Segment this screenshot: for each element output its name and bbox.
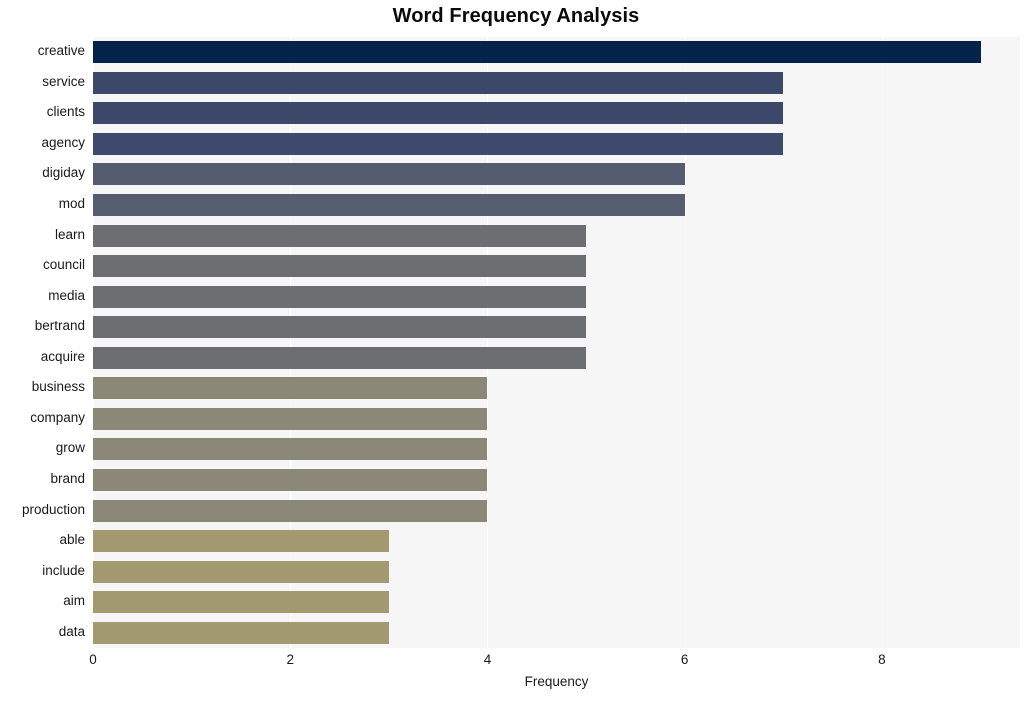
bar-council[interactable] (93, 255, 587, 278)
bar-row[interactable] (93, 407, 1020, 430)
gridline-x-8 (881, 37, 883, 648)
bar-row[interactable] (93, 468, 1020, 491)
y-tick-label-council: council (42, 257, 85, 273)
bar-production[interactable] (93, 499, 488, 522)
gridline-x-0 (93, 37, 94, 648)
bar-aim[interactable] (93, 591, 389, 614)
bar-row[interactable] (93, 255, 1020, 278)
y-tick-label-learn: learn (54, 226, 85, 242)
y-tick-label-brand: brand (50, 470, 85, 486)
bar-row[interactable] (93, 530, 1020, 553)
bar-row[interactable] (93, 316, 1020, 339)
bar-business[interactable] (93, 377, 488, 400)
gridline-x-4 (487, 37, 489, 648)
gridline-x-2 (290, 37, 292, 648)
y-axis-tick-labels: creative service clients agency digiday mod le… (0, 37, 85, 648)
y-tick-label-able: able (59, 532, 85, 548)
bar-row[interactable] (93, 102, 1020, 125)
bar-row[interactable] (93, 438, 1020, 461)
x-axis-label: Frequency (524, 674, 589, 689)
x-tick-label-8: 8 (878, 652, 886, 667)
bar-agency[interactable] (93, 132, 784, 155)
bar-creative[interactable] (93, 41, 981, 64)
bar-row[interactable] (93, 346, 1020, 369)
bar-row[interactable] (93, 71, 1020, 94)
bar-row[interactable] (93, 163, 1020, 186)
bar-row[interactable] (93, 132, 1020, 155)
bar-brand[interactable] (93, 468, 488, 491)
bar-row[interactable] (93, 560, 1020, 583)
y-tick-label-media: media (48, 287, 85, 303)
bar-learn[interactable] (93, 224, 587, 247)
y-tick-label-creative: creative (37, 43, 85, 59)
bar-grow[interactable] (93, 438, 488, 461)
x-tick-label-0: 0 (89, 652, 97, 667)
word-frequency-chart: Word Frequency Analysis creative service c… (0, 0, 1032, 701)
y-tick-label-clients: clients (46, 104, 85, 120)
bar-row[interactable] (93, 591, 1020, 614)
plot-area (93, 37, 1020, 648)
y-tick-label-service: service (42, 73, 85, 89)
x-tick-label-6: 6 (680, 652, 689, 667)
bar-row[interactable] (93, 41, 1020, 64)
y-tick-label-business: business (31, 379, 85, 395)
bar-clients[interactable] (93, 102, 784, 125)
bar-company[interactable] (93, 407, 488, 430)
x-tick-label-2: 2 (286, 652, 294, 667)
bar-row[interactable] (93, 224, 1020, 247)
y-tick-label-bertrand: bertrand (34, 318, 85, 334)
bar-service[interactable] (93, 71, 784, 94)
gridline-x-6 (684, 37, 686, 648)
chart-title: Word Frequency Analysis (392, 5, 640, 27)
bar-mod[interactable] (93, 194, 685, 217)
x-tick-label-4: 4 (483, 652, 492, 667)
bar-bertrand[interactable] (93, 316, 587, 339)
y-tick-label-company: company (30, 409, 85, 425)
y-tick-label-grow: grow (55, 440, 85, 456)
y-tick-label-aim: aim (63, 593, 85, 609)
bar-acquire[interactable] (93, 346, 587, 369)
y-tick-label-mod: mod (58, 196, 85, 212)
y-tick-label-acquire: acquire (40, 348, 85, 364)
bar-row[interactable] (93, 194, 1020, 217)
y-tick-label-include: include (42, 562, 85, 578)
bar-row[interactable] (93, 285, 1020, 308)
y-tick-label-data: data (58, 623, 85, 639)
bar-row[interactable] (93, 621, 1020, 644)
y-tick-label-agency: agency (41, 134, 85, 150)
bar-include[interactable] (93, 560, 389, 583)
bar-data[interactable] (93, 621, 389, 644)
y-tick-label-production: production (21, 501, 85, 517)
bar-media[interactable] (93, 285, 587, 308)
y-tick-label-digiday: digiday (42, 165, 85, 181)
bar-able[interactable] (93, 530, 389, 553)
bar-digiday[interactable] (93, 163, 685, 186)
bar-row[interactable] (93, 499, 1020, 522)
bar-row[interactable] (93, 377, 1020, 400)
